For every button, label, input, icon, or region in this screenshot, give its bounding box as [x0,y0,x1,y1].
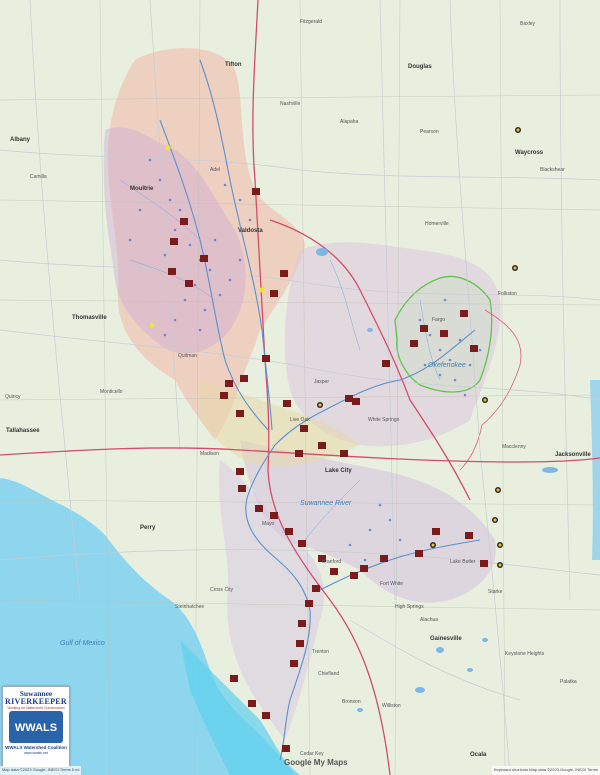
label-jasper: Jasper [314,379,330,385]
label-adel: Adel [210,167,221,173]
label-tallahassee: Tallahassee [6,428,40,434]
label-fargo: Fargo [432,317,446,323]
label-madison: Madison [200,451,219,457]
attribution-left[interactable]: Map data ©2023 Google, INEGI Terms 5 mi [0,766,82,775]
label-perry: Perry [140,525,156,531]
label-albany: Albany [10,137,31,143]
label-tifton: Tifton [225,62,242,68]
label-thomasville: Thomasville [72,315,107,321]
label-fort-white: Fort White [380,581,404,587]
label-williston: Williston [382,703,401,709]
label-lake-butler: Lake Butler [450,559,476,565]
label-alachua: Alachua [420,617,439,623]
map-canvas[interactable] [0,0,600,775]
label-nashville: Nashville [280,101,301,107]
label-white-springs: White Springs [368,417,400,423]
label-waycross: Waycross [515,150,544,156]
label-trenton: Trenton [312,649,330,655]
label-quincy: Quincy [5,394,21,400]
label-alapaha: Alapaha [340,119,359,125]
label-fitzgerald: Fitzgerald [300,19,322,25]
label-douglas: Douglas [408,64,432,70]
logo-line-url: www.wwals.net [24,751,48,755]
label-live-oak: Live Oak [290,417,310,423]
google-my-maps-logo: Google My Maps [284,758,348,767]
wwals-logo: Suwannee RIVERKEEPER Working for Watersh… [2,686,70,768]
label-camilla: Camilla [30,174,47,180]
label-bronson: Bronson [342,699,361,705]
label-high-springs: High Springs [395,604,424,610]
label-homerville: Homerville [425,221,449,227]
label-starke: Starke [488,589,503,595]
label-macclenny: Macclenny [502,444,526,450]
label-baxley: Baxley [520,21,536,27]
label-gainesville: Gainesville [430,636,462,642]
label-monticello: Monticello [100,389,123,395]
label-valdosta: Valdosta [238,228,263,234]
label-blackshear: Blackshear [540,167,565,173]
label-ocala: Ocala [470,752,487,758]
label-steinhatchee: Steinhatchee [175,604,205,610]
label-moultrie: Moultrie [130,186,154,192]
label-keystone-heights: Keystone Heights [505,651,545,657]
label-quitman: Quitman [178,353,197,359]
label-cedar-key: Cedar Key [300,751,324,757]
label-jacksonville: Jacksonville [555,452,591,458]
logo-line-tagline: Working for Watershed Conservation [7,706,65,710]
logo-badge-text: WWALS [14,722,58,734]
label-pearson: Pearson [420,129,439,135]
label-folkston: Folkston [498,291,517,297]
label-cross-city: Cross City [210,587,234,593]
label-lake-city: Lake City [325,468,352,474]
logo-line-coalition: WWALS Watershed Coalition [5,745,67,750]
label-gulf-of-mexico: Gulf of Mexico [60,640,105,647]
label-okefenokee: Okefenokee [428,362,466,369]
logo-line-riverkeeper: RIVERKEEPER [5,697,67,706]
label-suwannee-river: Suwannee River [300,500,352,507]
label-branford: Branford [322,559,342,565]
label-chiefland: Chiefland [318,671,340,677]
label-mayo: Mayo [262,521,275,527]
logo-badge: WWALS [9,711,63,743]
attribution-right[interactable]: Keyboard shortcuts Map data ©2023 Google… [491,766,600,775]
label-palatka: Palatka [560,679,577,685]
